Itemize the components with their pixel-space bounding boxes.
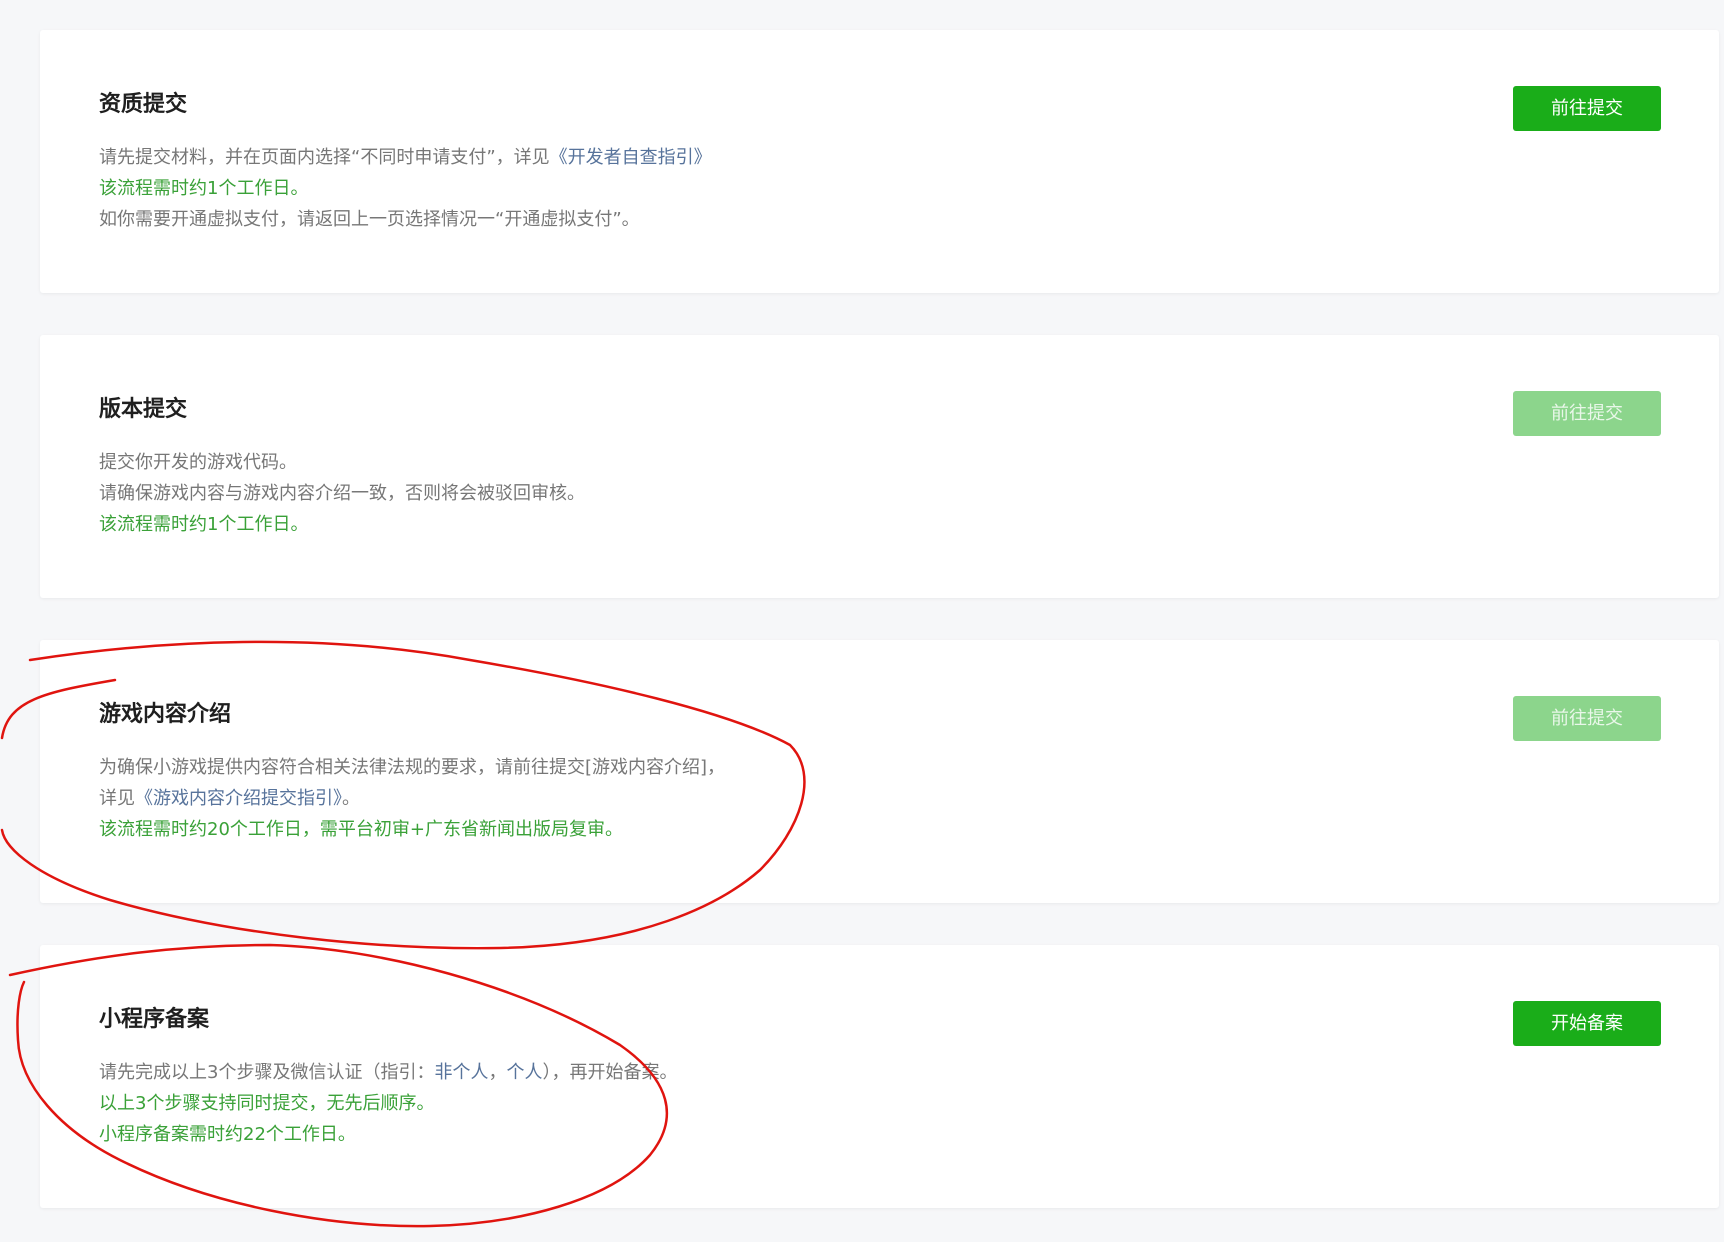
- start-filing-button[interactable]: 开始备案: [1513, 1001, 1661, 1046]
- card-title: 资质提交: [99, 92, 188, 117]
- non-personal-guide-link[interactable]: 非个人: [434, 1062, 488, 1083]
- game-content-guide-link[interactable]: 《游戏内容介绍提交指引》: [135, 788, 342, 809]
- description-line: 请先完成以上3个步骤及微信认证（指引：非个人，个人），再开始备案。: [99, 1057, 677, 1088]
- card-filing: 小程序备案 开始备案 请先完成以上3个步骤及微信认证（指引：非个人，个人），再开…: [40, 945, 1719, 1208]
- duration-note: 该流程需时约20个工作日，需平台初审+广东省新闻出版局复审。: [99, 819, 623, 840]
- description-line: 详见《游戏内容介绍提交指引》。: [99, 783, 725, 814]
- card-title: 游戏内容介绍: [99, 702, 232, 727]
- submit-version-button[interactable]: 前往提交: [1513, 391, 1661, 436]
- description-text: 详见: [99, 788, 135, 809]
- sequence-note: 以上3个步骤支持同时提交，无先后顺序。: [99, 1093, 435, 1114]
- description-line: 为确保小游戏提供内容符合相关法律法规的要求，请前往提交[游戏内容介绍]，: [99, 757, 726, 778]
- card-description: 请先提交材料，并在页面内选择“不同时申请支付”，详见《开发者自查指引》 该流程需…: [99, 142, 712, 235]
- submit-game-content-button[interactable]: 前往提交: [1513, 696, 1661, 741]
- personal-guide-link[interactable]: 个人: [506, 1062, 542, 1083]
- description-text: ，: [488, 1062, 507, 1083]
- card-game-content: 游戏内容介绍 前往提交 为确保小游戏提供内容符合相关法律法规的要求，请前往提交[…: [40, 640, 1719, 903]
- description-text: 请先完成以上3个步骤及微信认证（指引：: [99, 1062, 435, 1083]
- duration-note: 该流程需时约1个工作日。: [99, 178, 309, 199]
- card-description: 提交你开发的游戏代码。 请确保游戏内容与游戏内容介绍一致，否则将会被驳回审核。 …: [99, 447, 585, 540]
- card-title: 小程序备案: [99, 1007, 210, 1032]
- description-text: ），再开始备案。: [542, 1062, 678, 1083]
- card-description: 为确保小游戏提供内容符合相关法律法规的要求，请前往提交[游戏内容介绍]， 详见《…: [99, 752, 725, 845]
- card-qualification: 资质提交 前往提交 请先提交材料，并在页面内选择“不同时申请支付”，详见《开发者…: [40, 30, 1719, 293]
- duration-note: 该流程需时约1个工作日。: [99, 514, 309, 535]
- card-description: 请先完成以上3个步骤及微信认证（指引：非个人，个人），再开始备案。 以上3个步骤…: [99, 1057, 677, 1150]
- description-text: 。: [342, 788, 360, 809]
- card-version: 版本提交 前往提交 提交你开发的游戏代码。 请确保游戏内容与游戏内容介绍一致，否…: [40, 335, 1719, 598]
- developer-guide-link[interactable]: 《开发者自查指引》: [550, 147, 712, 168]
- card-title: 版本提交: [99, 397, 188, 422]
- description-line: 提交你开发的游戏代码。: [99, 452, 297, 473]
- description-line: 请确保游戏内容与游戏内容介绍一致，否则将会被驳回审核。: [99, 483, 585, 504]
- description-text: 请先提交材料，并在页面内选择“不同时申请支付”，详见: [99, 147, 550, 168]
- duration-note: 小程序备案需时约22个工作日。: [99, 1124, 356, 1145]
- submit-qualification-button[interactable]: 前往提交: [1513, 86, 1661, 131]
- description-line: 如你需要开通虚拟支付，请返回上一页选择情况一“开通虚拟支付”。: [99, 209, 640, 230]
- description-line: 请先提交材料，并在页面内选择“不同时申请支付”，详见《开发者自查指引》: [99, 142, 712, 173]
